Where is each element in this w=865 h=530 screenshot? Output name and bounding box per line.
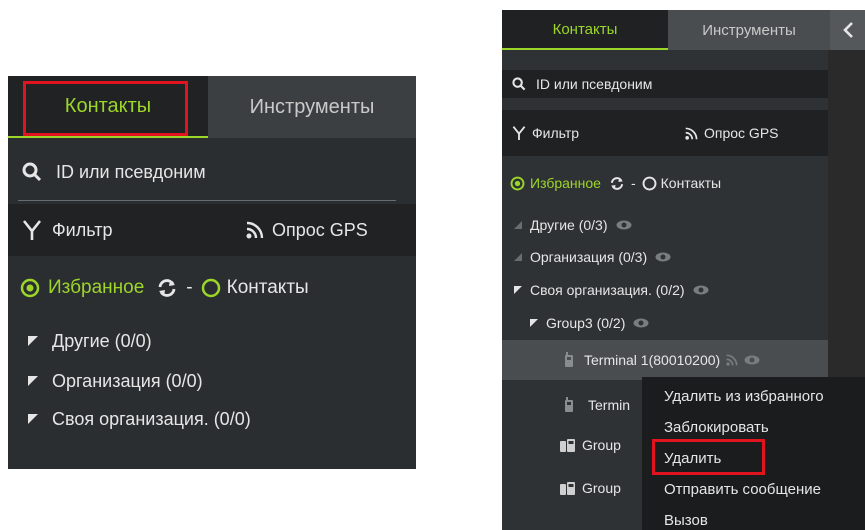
tree-item-label: Своя организация. (0/2) <box>530 282 685 298</box>
expand-arrow-icon <box>530 319 538 327</box>
refresh-icon[interactable] <box>156 278 178 298</box>
eye-icon[interactable] <box>655 252 671 262</box>
search-placeholder: ID или псевдоним <box>56 161 206 182</box>
tree-item[interactable]: Другие (0/3) <box>502 212 865 238</box>
mode-row: Избранное - Контакты <box>8 264 416 312</box>
tree-item-label: Terminal 1(80010200) <box>584 352 721 368</box>
filter-label: Фильтр <box>52 219 113 240</box>
tab-tools[interactable]: Инструменты <box>668 10 830 50</box>
gps-label: Опрос GPS <box>272 219 368 240</box>
tree-item[interactable]: Другие (0/0) <box>8 324 416 358</box>
menu-item-send-message[interactable]: Отправить сообщение <box>642 476 865 502</box>
group-icon <box>560 480 576 496</box>
tree-item-label: Своя организация. (0/0) <box>52 408 251 429</box>
expand-arrow-icon <box>28 376 38 386</box>
tab-contacts[interactable]: Контакты <box>502 10 668 50</box>
expand-arrow-icon <box>28 414 38 424</box>
expand-arrow-icon <box>28 336 38 346</box>
collapse-panel-button[interactable] <box>830 10 865 50</box>
menu-item-remove-favorite[interactable]: Удалить из избранного <box>642 383 865 409</box>
refresh-icon[interactable] <box>609 176 625 191</box>
gps-label: Опрос GPS <box>704 125 779 141</box>
tab-tools-label: Инструменты <box>702 21 796 39</box>
rss-icon <box>246 221 264 239</box>
favorites-label: Избранное <box>530 175 601 191</box>
tab-bar: Контакты Инструменты <box>502 10 865 50</box>
tree-item-label: Другие (0/3) <box>530 217 608 233</box>
favorites-label: Избранное <box>48 277 145 298</box>
search-field[interactable]: ID или псевдоним <box>502 70 828 98</box>
expand-arrow-icon <box>514 286 522 294</box>
radio-favorites[interactable] <box>510 176 525 191</box>
filter-button[interactable]: Фильтр <box>502 125 667 141</box>
menu-item-label: Удалить из избранного <box>664 387 824 405</box>
search-field[interactable]: ID или псевдоним <box>8 152 416 192</box>
menu-item-label: Вызов <box>664 511 708 529</box>
menu-item-call[interactable]: Вызов <box>642 507 865 530</box>
filter-label: Фильтр <box>532 125 580 141</box>
menu-item-block[interactable]: Заблокировать <box>642 414 865 440</box>
tree-item-selected[interactable]: Terminal 1(80010200) <box>502 340 828 380</box>
collapse-arrow-icon <box>514 221 522 229</box>
search-icon <box>512 77 526 91</box>
contacts-mode-label: Контакты <box>226 277 309 298</box>
mode-row: Избранное - Контакты <box>502 168 865 198</box>
radio-favorites[interactable] <box>20 278 40 298</box>
tree-item[interactable]: Организация (0/3) <box>502 244 865 270</box>
tree-item-label: Group <box>582 437 621 453</box>
menu-item-label: Отправить сообщение <box>664 480 822 498</box>
tab-contacts-label: Контакты <box>552 20 618 38</box>
chevron-left-icon <box>842 21 854 39</box>
tree-item[interactable]: Организация (0/0) <box>8 364 416 398</box>
filter-icon <box>512 125 526 141</box>
menu-item-label: Заблокировать <box>664 418 769 436</box>
tab-tools-label: Инструменты <box>249 95 375 118</box>
group-icon <box>560 437 576 453</box>
collapse-arrow-icon <box>514 253 522 261</box>
radio-contacts[interactable] <box>642 176 657 191</box>
tree-item-label: Termin <box>588 397 631 413</box>
tree-item-label: Group3 (0/2) <box>546 315 626 331</box>
tree-item-label: Организация (0/3) <box>530 249 648 265</box>
rss-icon <box>685 127 698 140</box>
search-icon <box>22 162 42 182</box>
divider <box>18 200 396 201</box>
filter-row: Фильтр Опрос GPS <box>8 204 416 256</box>
radio-terminal-icon <box>564 397 574 413</box>
tree-item[interactable]: Своя организация. (0/0) <box>8 402 416 436</box>
search-placeholder: ID или псевдоним <box>536 76 653 92</box>
radio-contacts[interactable] <box>201 278 221 298</box>
gps-poll-button[interactable]: Опрос GPS <box>667 125 779 141</box>
filter-icon <box>22 219 42 241</box>
filter-row: Фильтр Опрос GPS <box>502 110 828 156</box>
mode-separator: - <box>630 175 636 191</box>
gps-poll-button[interactable]: Опрос GPS <box>222 220 368 241</box>
mode-separator: - <box>186 277 193 298</box>
radio-terminal-icon <box>564 352 574 368</box>
highlight-box-delete <box>652 439 765 475</box>
tree-item-label: Другие (0/0) <box>52 330 152 351</box>
eye-icon[interactable] <box>693 285 709 295</box>
highlight-box-contacts-tab <box>23 81 188 136</box>
filter-button[interactable]: Фильтр <box>8 219 222 241</box>
tab-tools[interactable]: Инструменты <box>208 76 416 138</box>
rss-icon[interactable] <box>726 354 738 366</box>
contacts-mode-label: Контакты <box>660 175 722 191</box>
eye-icon[interactable] <box>616 220 632 230</box>
tree-item-label: Организация (0/0) <box>52 370 203 391</box>
tree-item-label: Group <box>582 480 621 496</box>
eye-icon[interactable] <box>744 355 760 365</box>
eye-icon[interactable] <box>633 318 649 328</box>
tree-item[interactable]: Group3 (0/2) <box>502 310 865 336</box>
tree-item[interactable]: Своя организация. (0/2) <box>502 277 865 303</box>
